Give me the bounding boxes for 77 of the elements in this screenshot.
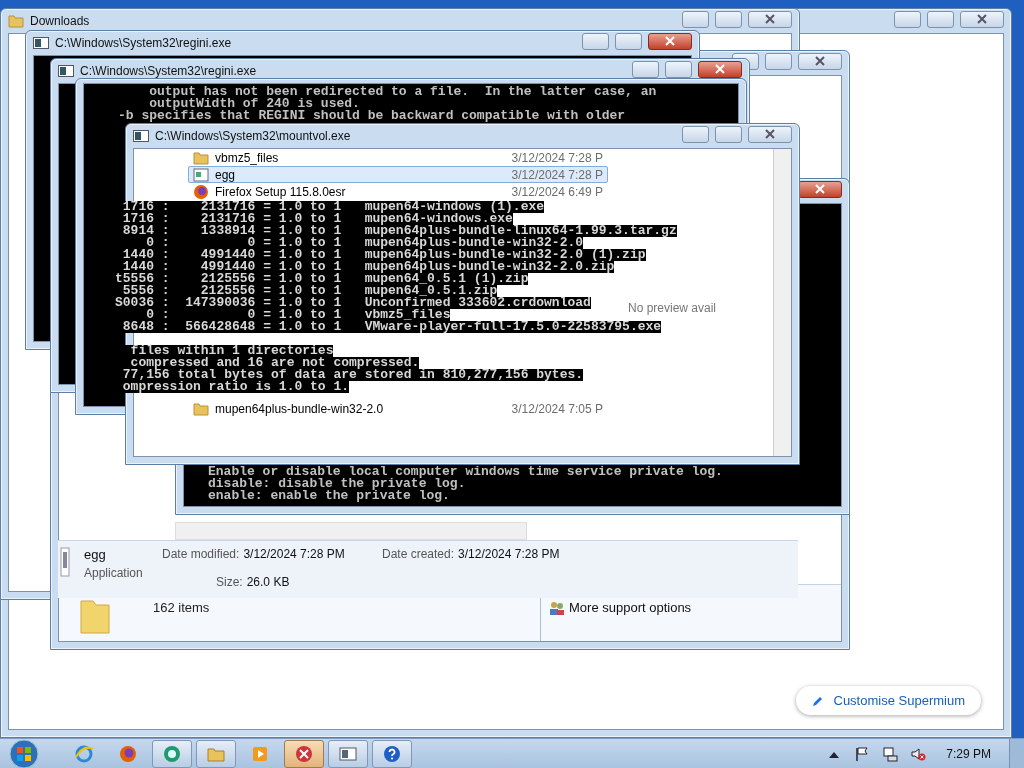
taskbar-button[interactable]	[328, 739, 368, 768]
console-icon	[133, 130, 149, 142]
close-icon	[815, 184, 825, 194]
network-icon[interactable]	[882, 745, 899, 762]
minimize-button[interactable]	[682, 125, 709, 143]
folder-icon	[8, 14, 24, 28]
fox-globe-icon	[193, 183, 209, 200]
item-count: 162 items	[153, 599, 210, 617]
console-line: disable: disable the private log.	[208, 478, 467, 490]
field-label: Date modified:	[162, 547, 240, 563]
taskbar-button[interactable]	[196, 739, 236, 768]
maximize-button[interactable]	[765, 52, 792, 70]
fox-globe-icon	[118, 743, 138, 764]
file-type: Application	[84, 566, 144, 580]
close-icon	[765, 129, 775, 139]
close-button[interactable]	[698, 60, 742, 78]
window-title: C:\Windows\System32\regini.exe	[55, 36, 232, 50]
file-row[interactable]: Firefox Setup 115.8.0esr 3/12/2024 6:49 P	[188, 183, 608, 200]
scrollbar[interactable]	[175, 522, 527, 540]
maximize-button[interactable]	[715, 10, 742, 28]
minimize-button[interactable]	[632, 60, 659, 78]
minimize-button[interactable]	[582, 32, 609, 50]
taskbar-button[interactable]	[152, 739, 192, 768]
console-line: Enable or disable local computer windows time service private log.	[208, 466, 724, 478]
maximize-button[interactable]	[615, 32, 642, 50]
pencil-icon	[811, 694, 824, 707]
close-icon	[715, 64, 725, 74]
maximize-button[interactable]	[665, 60, 692, 78]
preview-text: No preview avail	[628, 301, 717, 315]
clock[interactable]: 7:29 PM	[946, 746, 991, 761]
console-icon	[58, 65, 74, 77]
window-title: C:\Windows\System32\mountvol.exe	[155, 129, 351, 143]
taskbar-button[interactable]	[284, 739, 324, 768]
window-icon	[193, 167, 209, 182]
scrollbar[interactable]	[773, 149, 791, 456]
close-icon	[815, 56, 825, 66]
muted-speaker-icon[interactable]	[910, 745, 927, 762]
browser-e-icon	[74, 743, 94, 764]
file-name: egg	[84, 547, 107, 562]
close-button[interactable]	[960, 10, 1004, 28]
maximize-button[interactable]	[715, 125, 742, 143]
file-row[interactable]: egg 3/12/2024 7:28 P	[188, 166, 608, 183]
close-icon	[665, 36, 675, 46]
console-line: outputWidth of 240 is used.	[149, 98, 361, 110]
people-icon	[549, 600, 565, 616]
taskbar-button[interactable]	[372, 739, 412, 768]
window-title: Downloads	[30, 14, 90, 28]
minimize-button[interactable]	[894, 10, 921, 28]
close-button[interactable]	[748, 10, 792, 28]
close-button[interactable]	[748, 125, 792, 143]
file-row[interactable]: vbmz5_files 3/12/2024 7:28 P	[188, 149, 608, 166]
console-icon	[33, 37, 49, 49]
chat-icon	[162, 743, 182, 764]
flag-icon[interactable]	[854, 745, 871, 762]
field-value: 26.0 KB	[246, 574, 290, 591]
console-line: output has not been redirected to a file. In the latter case, an	[148, 86, 658, 98]
folder-icon	[193, 401, 209, 416]
field-value: 3/12/2024 7:28 PM	[458, 547, 560, 563]
start-button[interactable]	[6, 738, 42, 768]
close-button[interactable]	[798, 180, 842, 198]
maximize-button[interactable]	[927, 10, 954, 28]
close-icon	[977, 14, 987, 24]
window-title: C:\Windows\System32\regini.exe	[80, 64, 257, 78]
console-line: enable: enable the private log.	[208, 490, 450, 502]
field-label: Size:	[216, 574, 243, 591]
help-icon	[382, 743, 402, 764]
close-button[interactable]	[798, 52, 842, 70]
console-line: -b specifies that REGINI should be backward compatible with older	[118, 110, 627, 122]
field-value: 3/12/2024 7:28 PM	[243, 547, 345, 563]
field-label: Date created:	[382, 547, 455, 563]
support-link[interactable]: More support options	[569, 600, 692, 615]
application-icon	[60, 547, 70, 577]
customise-button[interactable]: Customise Supermium	[795, 686, 981, 715]
file-row[interactable]: mupen64plus-bundle-win32-2.0 3/12/2024 7:05 P	[188, 400, 608, 417]
close-icon	[765, 14, 775, 24]
error-icon	[294, 743, 314, 764]
close-button[interactable]	[648, 32, 692, 50]
